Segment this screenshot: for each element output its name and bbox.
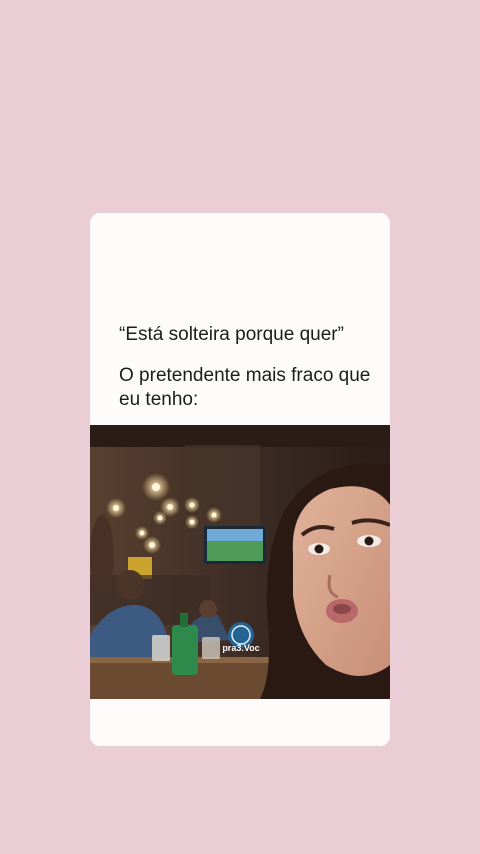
tv-screen (204, 526, 266, 564)
caption-line-2: eu tenho: (119, 389, 199, 410)
video-frame[interactable]: pra3.Voc (90, 425, 390, 699)
app-screen: “Está solteira porque quer” O pretendent… (0, 0, 480, 854)
ceiling (90, 425, 390, 447)
post-card: “Está solteira porque quer” O pretendent… (90, 213, 390, 746)
quote-line: “Está solteira porque quer” (119, 324, 344, 345)
watermark-text: pra3.Voc (222, 643, 259, 653)
video-scene: pra3.Voc (90, 425, 390, 699)
post-caption: “Está solteira porque quer” O pretendent… (119, 323, 381, 412)
caption-line-1: O pretendente mais fraco que (119, 365, 371, 386)
